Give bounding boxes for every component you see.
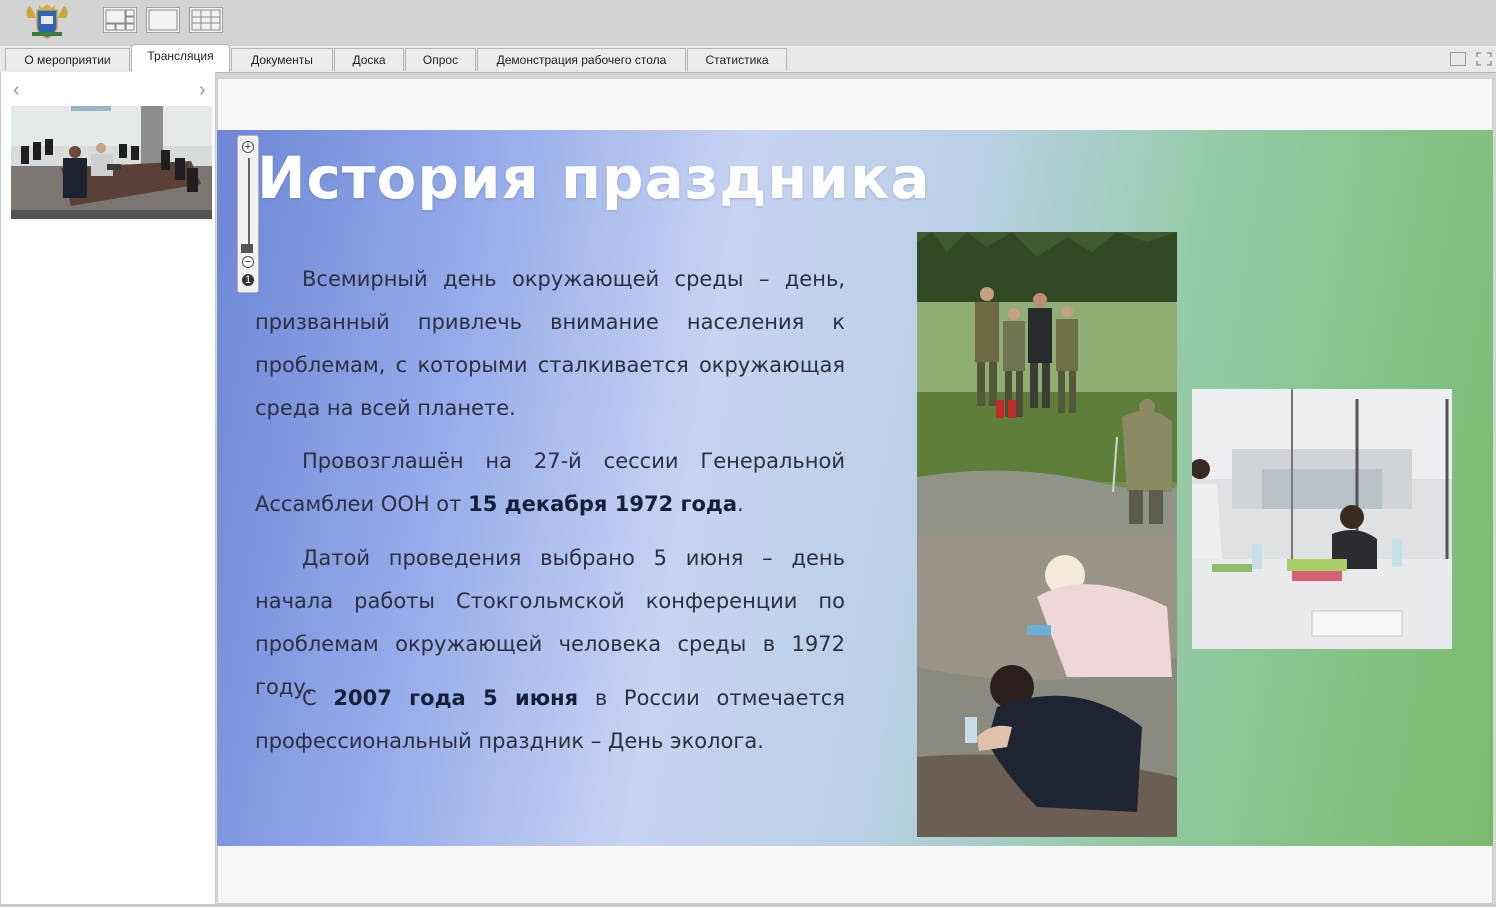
layout-split-icon[interactable] bbox=[103, 7, 137, 33]
layout-single-icon[interactable] bbox=[146, 7, 180, 33]
top-toolbar bbox=[0, 0, 1496, 46]
paragraph-2-date: 15 декабря 1972 года bbox=[468, 492, 738, 516]
paragraph-2-end: . bbox=[737, 492, 744, 516]
tab-desktop-sharing[interactable]: Демонстрация рабочего стола bbox=[477, 48, 686, 71]
zoom-control[interactable]: + − 1 bbox=[237, 135, 259, 293]
chevron-right-icon[interactable]: › bbox=[199, 80, 206, 100]
video-thumbnail[interactable] bbox=[11, 106, 212, 219]
participants-panel: ‹ › bbox=[0, 72, 216, 904]
tab-documents[interactable]: Документы bbox=[231, 48, 333, 71]
slide-paragraph-2: Провозглашён на 27-й сессии Генеральной … bbox=[255, 440, 845, 526]
slide-paragraph-4: С 2007 года 5 июня в России отмечается п… bbox=[255, 677, 845, 763]
coat-of-arms-logo bbox=[22, 2, 72, 40]
restore-window-icon[interactable] bbox=[1450, 52, 1466, 66]
zoom-slider-handle[interactable] bbox=[241, 244, 253, 253]
paragraph-4-text: С bbox=[302, 686, 334, 710]
photo-laboratory bbox=[1192, 389, 1452, 649]
chevron-left-icon[interactable]: ‹ bbox=[13, 80, 20, 100]
photo-field-research bbox=[917, 232, 1177, 537]
paragraph-4-date: 2007 года 5 июня bbox=[333, 686, 579, 710]
tab-about-event[interactable]: О мероприятии bbox=[5, 48, 130, 71]
tab-broadcast[interactable]: Трансляция bbox=[131, 44, 230, 72]
presentation-slide: История праздника Всемирный день окружаю… bbox=[217, 130, 1493, 846]
zoom-slider-track[interactable] bbox=[248, 158, 250, 248]
layout-grid-icon[interactable] bbox=[189, 7, 223, 33]
zoom-in-icon[interactable]: + bbox=[242, 141, 254, 153]
paragraph-1-text: Всемирный день окружающей среды – день, … bbox=[255, 267, 845, 420]
slide-title: История праздника bbox=[257, 144, 931, 212]
tab-bar: О мероприятии Трансляция Документы Доска… bbox=[0, 44, 1496, 73]
zoom-out-icon[interactable]: − bbox=[242, 256, 254, 268]
slide-paragraph-1: Всемирный день окружающей среды – день, … bbox=[255, 258, 845, 430]
fullscreen-icon[interactable] bbox=[1476, 52, 1492, 66]
photo-water-sampling bbox=[917, 537, 1177, 837]
tab-statistics[interactable]: Статистика bbox=[687, 48, 787, 71]
tab-board[interactable]: Доска bbox=[334, 48, 404, 71]
zoom-reset-icon[interactable]: 1 bbox=[242, 274, 254, 286]
tab-poll[interactable]: Опрос bbox=[405, 48, 476, 71]
